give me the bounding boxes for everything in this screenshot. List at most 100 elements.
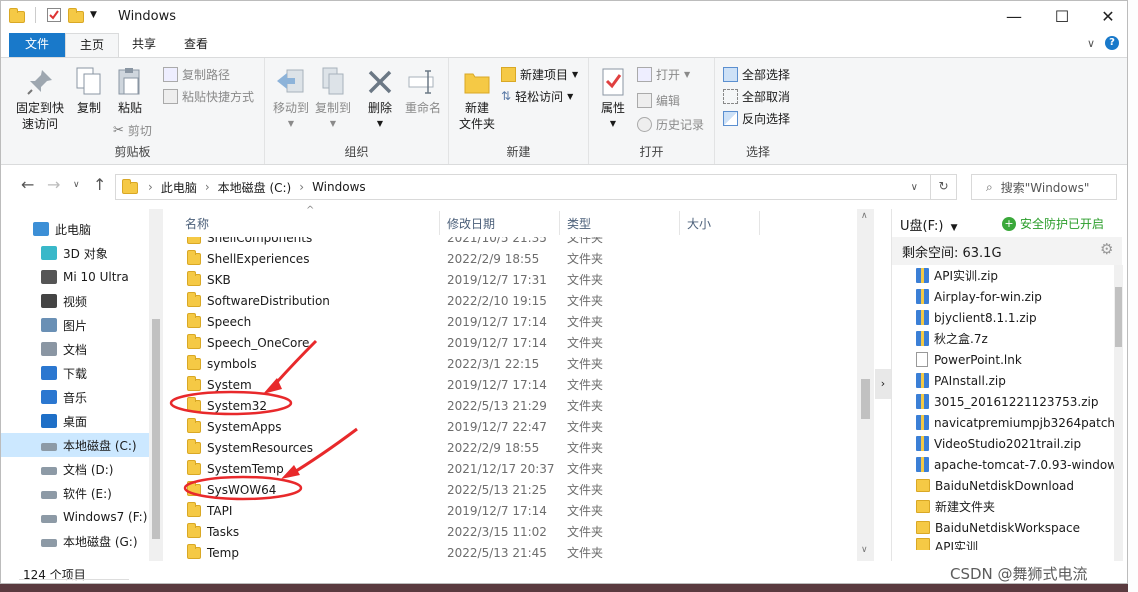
usb-file-item[interactable]: bjyclient8.1.1.zip	[916, 307, 1116, 328]
usb-drive-selector[interactable]: U盘(F:) ▼	[900, 215, 958, 234]
address-dropdown-icon[interactable]: ∨	[911, 182, 918, 193]
forward-arrow-icon[interactable]: →	[47, 175, 60, 194]
properties-button[interactable]: 属性 ▼	[595, 62, 631, 132]
usb-file-item[interactable]: API实训.zip	[916, 265, 1116, 286]
up-arrow-icon[interactable]: ↑	[93, 175, 106, 194]
ribbon-expand-icon[interactable]: ∨	[1087, 37, 1095, 50]
search-box[interactable]: ⌕ 搜索"Windows"	[971, 174, 1117, 200]
file-row[interactable]: SysWOW64 2022/5/13 21:25 文件夹	[185, 479, 705, 500]
tab-home[interactable]: 主页	[65, 33, 119, 57]
copy-button[interactable]: 复制	[71, 62, 107, 116]
file-row[interactable]: ShellExperiences 2022/2/9 18:55 文件夹	[185, 248, 705, 269]
column-date[interactable]: 修改日期	[447, 215, 495, 232]
refresh-icon[interactable]: ↻	[930, 175, 956, 199]
usb-scrollbar[interactable]	[1114, 265, 1123, 561]
usb-file-item[interactable]: API实训	[916, 538, 1116, 550]
nav-item[interactable]: 下载	[1, 361, 149, 385]
nav-item[interactable]: 此电脑	[1, 217, 149, 241]
usb-scrollbar-thumb[interactable]	[1115, 287, 1122, 347]
nav-item[interactable]: 桌面	[1, 409, 149, 433]
gear-icon[interactable]: ⚙	[1100, 240, 1113, 258]
close-button[interactable]: ✕	[1085, 1, 1127, 31]
nav-item[interactable]: 音乐	[1, 385, 149, 409]
cut-button[interactable]: ✂ 剪切	[113, 120, 152, 140]
column-name[interactable]: 名称	[185, 215, 209, 232]
file-row[interactable]: System32 2022/5/13 21:29 文件夹	[185, 395, 705, 416]
file-list-scrollbar[interactable]: ∧ ∨	[857, 209, 874, 561]
select-none-button[interactable]: 全部取消	[723, 86, 790, 106]
nav-item[interactable]: 3D 对象	[1, 241, 149, 265]
nav-item[interactable]: 文档 (D:)	[1, 457, 149, 481]
scroll-down-icon[interactable]: ∨	[861, 545, 868, 555]
usb-file-item[interactable]: PAInstall.zip	[916, 370, 1116, 391]
tab-share[interactable]: 共享	[121, 33, 167, 57]
security-status[interactable]: + 安全防护已开启	[1002, 215, 1104, 232]
chevron-right-icon[interactable]: ›	[205, 180, 210, 194]
file-row[interactable]: Temp 2022/5/13 21:45 文件夹	[185, 542, 705, 563]
paste-button[interactable]: 粘贴	[111, 62, 149, 116]
nav-scrollbar-thumb[interactable]	[152, 319, 160, 539]
back-arrow-icon[interactable]: ←	[21, 175, 34, 194]
panel-toggle-icon[interactable]: ›	[875, 369, 891, 399]
column-divider[interactable]	[559, 211, 560, 235]
scroll-up-icon[interactable]: ∧	[861, 211, 868, 221]
nav-item[interactable]: Windows7 (F:)	[1, 505, 149, 529]
file-row[interactable]: ShellComponents 2021/10/5 21:35 文件夹	[185, 237, 705, 248]
copy-path-button[interactable]: 复制路径	[163, 64, 230, 84]
maximize-button[interactable]: ☐	[1039, 1, 1085, 31]
copy-to-button[interactable]: 复制到 ▼	[311, 62, 355, 132]
file-row[interactable]: SKB 2019/12/7 17:31 文件夹	[185, 269, 705, 290]
open-button[interactable]: 打开 ▼	[637, 64, 690, 84]
properties-check-icon[interactable]	[46, 7, 62, 23]
usb-file-item[interactable]: PowerPoint.lnk	[916, 349, 1116, 370]
nav-item[interactable]: 本地磁盘 (G:)	[1, 529, 149, 553]
column-type[interactable]: 类型	[567, 215, 591, 232]
select-all-button[interactable]: 全部选择	[723, 64, 790, 84]
column-divider[interactable]	[759, 211, 760, 235]
column-divider[interactable]	[439, 211, 440, 235]
recent-dropdown-icon[interactable]: ∨	[73, 180, 80, 190]
nav-item[interactable]: 软件 (E:)	[1, 481, 149, 505]
file-row[interactable]: Speech_OneCore 2019/12/7 17:14 文件夹	[185, 332, 705, 353]
chevron-right-icon[interactable]: ›	[148, 180, 153, 194]
new-folder-qat-icon[interactable]	[68, 8, 84, 23]
history-button[interactable]: 历史记录	[637, 114, 704, 134]
breadcrumb-drive-c[interactable]: 本地磁盘 (C:)	[218, 179, 292, 196]
nav-item[interactable]: 文档	[1, 337, 149, 361]
qat-dropdown-icon[interactable]: ▼	[90, 10, 97, 20]
usb-file-item[interactable]: 新建文件夹	[916, 496, 1116, 517]
file-row[interactable]: SystemResources 2022/2/9 18:55 文件夹	[185, 437, 705, 458]
usb-file-item[interactable]: BaiduNetdiskWorkspace	[916, 517, 1116, 538]
move-to-button[interactable]: 移动到 ▼	[269, 62, 313, 132]
column-size[interactable]: 大小	[687, 215, 711, 232]
breadcrumb-windows[interactable]: Windows	[312, 180, 366, 194]
pin-quick-access-button[interactable]: 固定到快 速访问	[11, 62, 69, 132]
file-row[interactable]: symbols 2022/3/1 22:15 文件夹	[185, 353, 705, 374]
file-row[interactable]: SoftwareDistribution 2022/2/10 19:15 文件夹	[185, 290, 705, 311]
usb-file-item[interactable]: VideoStudio2021trail.zip	[916, 433, 1116, 454]
chevron-right-icon[interactable]: ›	[299, 180, 304, 194]
usb-file-item[interactable]: 秋之盒.7z	[916, 328, 1116, 349]
usb-file-item[interactable]: apache-tomcat-7.0.93-window...	[916, 454, 1116, 475]
invert-selection-button[interactable]: 反向选择	[723, 108, 790, 128]
minimize-button[interactable]: —	[991, 1, 1037, 31]
nav-item[interactable]: 图片	[1, 313, 149, 337]
nav-item[interactable]: 视频	[1, 289, 149, 313]
new-item-button[interactable]: 新建项目 ▼	[501, 64, 578, 84]
address-bar[interactable]: › 此电脑 › 本地磁盘 (C:) › Windows ∨ ↻	[115, 174, 957, 200]
file-row[interactable]: System 2019/12/7 17:14 文件夹	[185, 374, 705, 395]
tab-file[interactable]: 文件	[9, 33, 65, 57]
usb-file-item[interactable]: BaiduNetdiskDownload	[916, 475, 1116, 496]
usb-file-item[interactable]: 3015_20161221123753.zip	[916, 391, 1116, 412]
file-row[interactable]: Speech 2019/12/7 17:14 文件夹	[185, 311, 705, 332]
tab-view[interactable]: 查看	[173, 33, 219, 57]
breadcrumb-this-pc[interactable]: 此电脑	[161, 179, 197, 196]
column-divider[interactable]	[679, 211, 680, 235]
file-row[interactable]: Tasks 2022/3/15 11:02 文件夹	[185, 521, 705, 542]
nav-scrollbar[interactable]	[149, 209, 163, 561]
easy-access-button[interactable]: ⇅ 轻松访问 ▼	[501, 86, 573, 106]
file-row[interactable]: SystemTemp 2021/12/17 20:37 文件夹	[185, 458, 705, 479]
file-row[interactable]: SystemApps 2019/12/7 22:47 文件夹	[185, 416, 705, 437]
nav-item[interactable]: 本地磁盘 (C:)	[1, 433, 149, 457]
new-folder-button[interactable]: 新建 文件夹	[455, 62, 499, 132]
